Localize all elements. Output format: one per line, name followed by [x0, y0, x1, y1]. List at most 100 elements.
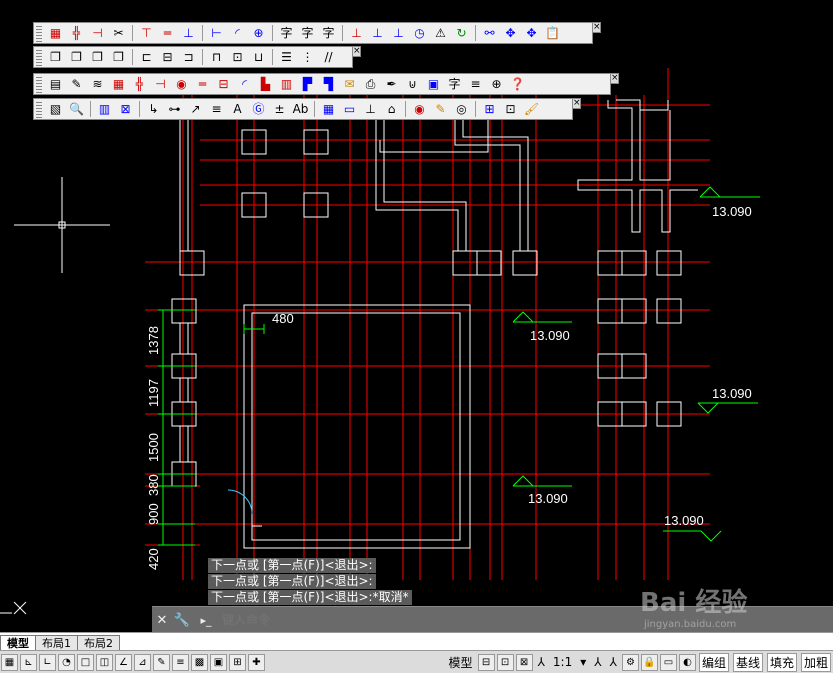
elevation-tool-icon[interactable]: ± — [270, 100, 289, 119]
move-icon[interactable]: ✥ — [501, 24, 520, 43]
index-icon[interactable]: Ⓖ — [249, 100, 268, 119]
snap-icon[interactable]: ⊾ — [20, 653, 37, 671]
tab-layout2[interactable]: 布局2 — [77, 635, 120, 651]
dim-baseline-icon[interactable]: ⊥ — [179, 24, 198, 43]
baseline-toggle[interactable]: 基线 — [732, 652, 763, 672]
table-icon[interactable]: ▦ — [46, 24, 65, 43]
ortho-icon[interactable]: ∟ — [39, 653, 56, 671]
toolbar-grip[interactable] — [36, 75, 42, 93]
grid-table-icon[interactable]: ▦ — [319, 100, 338, 119]
align-left-icon[interactable]: ⊏ — [137, 48, 156, 67]
multi-text-icon[interactable]: 字 — [319, 24, 338, 43]
window-icon[interactable]: ⊟ — [214, 75, 233, 94]
elevation-icon[interactable]: ⚠ — [431, 24, 450, 43]
brush-icon[interactable]: 🖌 — [522, 100, 541, 119]
ducs-icon[interactable]: ⊿ — [134, 653, 151, 671]
am-icon[interactable]: ✚ — [248, 653, 265, 671]
annotation-scale-icon[interactable]: ⅄ — [536, 655, 547, 669]
stair-icon[interactable]: ▛ — [298, 75, 317, 94]
distribute-2-icon[interactable]: ⋮ — [298, 48, 317, 67]
align-bottom-icon[interactable]: ⊔ — [249, 48, 268, 67]
single-axis-icon[interactable]: ⊣ — [88, 24, 107, 43]
layout-icon[interactable]: ⊟ — [477, 653, 495, 671]
axis-grid-icon[interactable]: ╬ — [130, 75, 149, 94]
toolbar-close-icon[interactable]: × — [592, 22, 601, 33]
quickview-icon[interactable]: ⊡ — [496, 653, 514, 671]
house-icon[interactable]: ⌂ — [382, 100, 401, 119]
eye-red-icon[interactable]: ◉ — [410, 100, 429, 119]
isolate-icon[interactable]: ◐ — [678, 653, 696, 671]
wrench-icon[interactable]: 🔧 — [172, 613, 192, 628]
toolbar-grip[interactable] — [36, 24, 42, 42]
axis-dim-icon[interactable]: ⊥ — [347, 24, 366, 43]
text-icon[interactable]: 字 — [445, 75, 464, 94]
view-icon[interactable]: ▧ — [46, 100, 65, 119]
block-icon[interactable]: ⊡ — [501, 100, 520, 119]
leader-icon[interactable]: ↳ — [144, 100, 163, 119]
building-icon[interactable]: ▙ — [256, 75, 275, 94]
group-icon[interactable]: ⊞ — [480, 100, 499, 119]
bracket-icon[interactable]: ⊍ — [403, 75, 422, 94]
elevator-icon[interactable]: ▜ — [319, 75, 338, 94]
chevron-down-icon[interactable]: ▾ — [578, 655, 588, 669]
annotation-visibility-icon[interactable]: ⅄ — [592, 655, 603, 669]
single-axis-icon[interactable]: ⊣ — [151, 75, 170, 94]
dim-break-icon[interactable]: ⊶ — [165, 100, 184, 119]
lweight-icon[interactable]: ≡ — [172, 653, 189, 671]
drawing-setup-icon[interactable]: ▤ — [46, 75, 65, 94]
property-icon[interactable]: ▣ — [424, 75, 443, 94]
command-input[interactable] — [220, 612, 604, 628]
align-text-icon[interactable]: ≡ — [466, 75, 485, 94]
align-right-icon[interactable]: ⊐ — [179, 48, 198, 67]
align-top-icon[interactable]: ⊓ — [207, 48, 226, 67]
axis-grid-icon[interactable]: ╬ — [67, 24, 86, 43]
align-center-icon[interactable]: ⊟ — [158, 48, 177, 67]
arrow-text-icon[interactable]: ↗ — [186, 100, 205, 119]
layer-1-icon[interactable]: ❐ — [46, 48, 65, 67]
layers-icon[interactable]: ≋ — [88, 75, 107, 94]
target-icon[interactable]: ⊕ — [487, 75, 506, 94]
floor-icon[interactable]: ▥ — [277, 75, 296, 94]
annotation-scale[interactable]: 1:1 — [551, 655, 574, 669]
dim-arc-icon[interactable]: ◜ — [228, 24, 247, 43]
qp-icon[interactable]: ▣ — [210, 653, 227, 671]
dim-center-icon[interactable]: ⊕ — [249, 24, 268, 43]
dim-horizontal-icon[interactable]: ⊤ — [137, 24, 156, 43]
table-icon[interactable]: ▦ — [109, 75, 128, 94]
hatch-icon[interactable]: // — [319, 48, 338, 67]
toolbar-lock-icon[interactable]: 🔒 — [640, 653, 658, 671]
layer-2-icon[interactable]: ❐ — [67, 48, 86, 67]
toolbar-close-icon[interactable]: × — [352, 46, 361, 57]
edit-icon[interactable]: ✎ — [67, 75, 86, 94]
dim-offset-icon[interactable]: ═ — [158, 24, 177, 43]
text-style-icon[interactable]: 字 — [277, 24, 296, 43]
layer-3-icon[interactable]: ❐ — [88, 48, 107, 67]
door-icon[interactable]: ◜ — [235, 75, 254, 94]
spell-icon[interactable]: Ab — [291, 100, 310, 119]
tab-layout1[interactable]: 布局1 — [35, 635, 78, 651]
grid-icon[interactable]: ▦ — [1, 653, 18, 671]
gear-icon[interactable]: ⚙ — [621, 653, 639, 671]
envelope-icon[interactable]: ✉ — [340, 75, 359, 94]
close-icon[interactable]: ✕ — [152, 613, 172, 628]
prompt-icon[interactable]: ▸_ — [192, 614, 220, 627]
otrack-icon[interactable]: ∠ — [115, 653, 132, 671]
sc-icon[interactable]: ⊞ — [229, 653, 246, 671]
annotation-auto-icon[interactable]: ⅄ — [608, 655, 619, 669]
transparency-icon[interactable]: ▩ — [191, 653, 208, 671]
column-icon[interactable]: ◉ — [172, 75, 191, 94]
hardware-icon[interactable]: ▭ — [659, 653, 677, 671]
axis-dim-2-icon[interactable]: ⊥ — [368, 24, 387, 43]
quickview-2-icon[interactable]: ⊠ — [515, 653, 533, 671]
toolbar-grip[interactable] — [36, 100, 42, 118]
toolbar-close-icon[interactable]: × — [572, 98, 581, 109]
single-text-icon[interactable]: 字 — [298, 24, 317, 43]
osnap-icon[interactable]: □ — [77, 653, 94, 671]
group-toggle[interactable]: 编组 — [698, 652, 729, 672]
note-edit-icon[interactable]: ✎ — [431, 100, 450, 119]
axis-number-icon[interactable]: ◷ — [410, 24, 429, 43]
fill-toggle[interactable]: 填充 — [766, 652, 797, 672]
3dosnap-icon[interactable]: ◫ — [96, 653, 113, 671]
layer-4-icon[interactable]: ❐ — [109, 48, 128, 67]
paste-icon[interactable]: 📋 — [543, 24, 562, 43]
